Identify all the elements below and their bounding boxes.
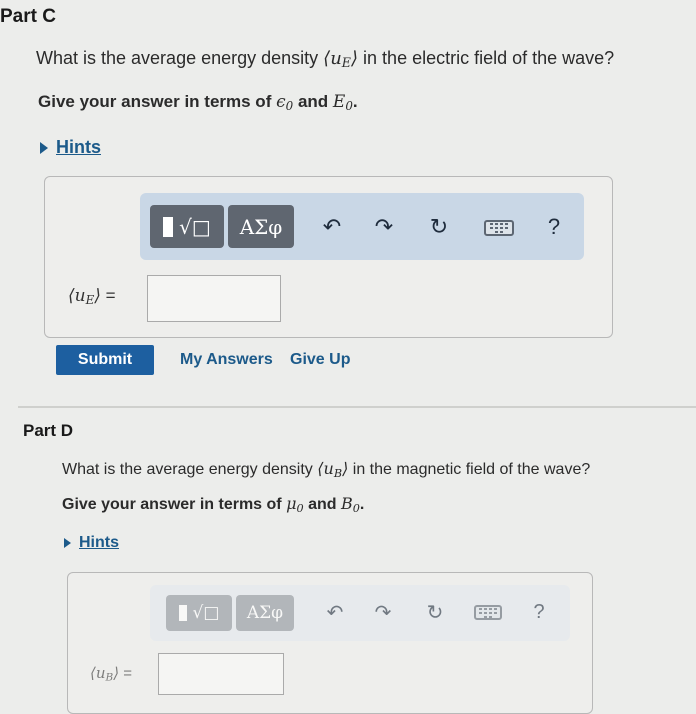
part-c-title: Part C: [0, 6, 56, 27]
part-d-hints-link[interactable]: Hints: [64, 534, 119, 552]
redo-icon[interactable]: ↷: [370, 599, 396, 625]
symbol-u: u: [323, 459, 334, 478]
reset-icon[interactable]: ↻: [425, 213, 453, 241]
part-d-question: What is the average energy density ⟨uB⟩ …: [62, 459, 591, 480]
part-d-input-label: ⟨uB⟩ =: [90, 664, 133, 684]
term-sub: 0: [285, 98, 294, 113]
symbol-sub: B: [333, 466, 343, 480]
hints-label: Hints: [79, 534, 119, 551]
and-text: and: [308, 496, 337, 513]
part-c-instruction: Give your answer in terms of ϵ0 and E0.: [38, 92, 358, 113]
part-d-title: Part D: [23, 421, 74, 440]
expand-triangle-icon: [40, 141, 48, 154]
templates-icon: [178, 605, 187, 621]
templates-label: √□: [192, 603, 220, 623]
label-symbol: u: [95, 664, 106, 682]
help-icon[interactable]: ?: [526, 599, 552, 625]
templates-button[interactable]: √□: [150, 205, 224, 248]
period: .: [359, 496, 365, 513]
keyboard-icon[interactable]: [484, 220, 514, 236]
term-sub: 0: [296, 501, 304, 515]
symbol-sub: E: [341, 55, 351, 71]
help-icon[interactable]: ?: [540, 213, 568, 241]
reset-icon[interactable]: ↻: [422, 599, 448, 625]
question-text-end: in the electric field of the wave?: [363, 48, 615, 68]
part-c-answer-input[interactable]: [147, 275, 281, 322]
term-sub: 0: [345, 98, 353, 113]
hints-label: Hints: [56, 137, 101, 157]
equals-sign: =: [123, 665, 133, 682]
submit-button[interactable]: Submit: [56, 345, 154, 375]
question-text: What is the average energy density: [36, 48, 319, 68]
label-sub: E: [85, 292, 95, 307]
redo-icon[interactable]: ↷: [370, 213, 398, 241]
term-sub: 0: [352, 501, 360, 515]
term-mu: μ: [286, 494, 297, 513]
term-b: B: [340, 494, 353, 513]
undo-icon[interactable]: ↶: [322, 599, 348, 625]
and-text: and: [297, 92, 329, 111]
part-c-hints-link[interactable]: Hints: [40, 137, 101, 158]
keyboard-icon[interactable]: [474, 605, 502, 620]
part-d-answer-input[interactable]: [158, 653, 284, 695]
greek-letters-button[interactable]: ΑΣφ: [228, 205, 294, 248]
question-text: What is the average energy density: [62, 461, 313, 478]
instruction-text: Give your answer in terms of: [62, 496, 282, 513]
instruction-text: Give your answer in terms of: [38, 92, 272, 111]
templates-button[interactable]: √□: [166, 595, 232, 631]
templates-icon: [163, 216, 174, 237]
give-up-link[interactable]: Give Up: [290, 351, 350, 369]
undo-icon[interactable]: ↶: [318, 213, 346, 241]
term-e: E: [332, 92, 346, 112]
my-answers-link[interactable]: My Answers: [180, 351, 273, 369]
label-sub: B: [105, 671, 114, 684]
period: .: [352, 92, 358, 111]
greek-letters-icon: ΑΣφ: [246, 603, 284, 623]
label-symbol: u: [74, 286, 86, 306]
templates-label: √□: [179, 214, 211, 239]
question-text-end: in the magnetic field of the wave?: [352, 461, 591, 478]
part-d-instruction: Give your answer in terms of μ0 and B0.: [62, 494, 364, 515]
part-c-math-toolbar: √□ ΑΣφ ↶ ↷ ↻ ?: [140, 193, 584, 260]
equals-sign: =: [105, 286, 116, 305]
section-divider: [18, 406, 696, 408]
greek-letters-icon: ΑΣφ: [239, 214, 283, 239]
symbol-u: u: [330, 48, 342, 69]
part-d-math-toolbar: √□ ΑΣφ ↶ ↷ ↻ ?: [150, 585, 570, 641]
term-epsilon: ϵ: [276, 92, 286, 112]
greek-letters-button[interactable]: ΑΣφ: [236, 595, 294, 631]
part-c-question: What is the average energy density ⟨uE⟩ …: [36, 48, 615, 71]
part-c-input-label: ⟨uE⟩ =: [68, 286, 116, 307]
expand-triangle-icon: [64, 538, 71, 548]
